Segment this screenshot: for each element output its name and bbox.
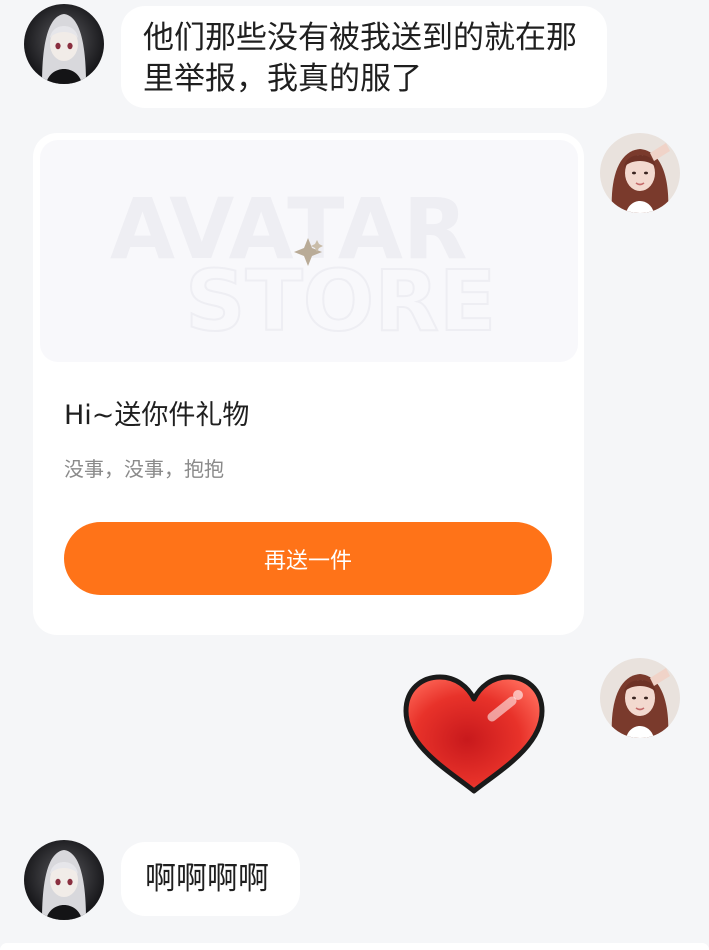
- gift-image: AVATAR STORE: [40, 140, 578, 362]
- gift-title: Hi~送你件礼物: [64, 400, 250, 431]
- gift-subtitle: 没事，没事，抱抱: [64, 457, 224, 481]
- message-text: 啊啊啊啊: [145, 861, 269, 897]
- girl-photo-avatar-icon: [600, 133, 680, 213]
- watermark-text-store: STORE: [185, 252, 496, 350]
- sender-avatar-self[interactable]: [600, 658, 680, 738]
- send-another-gift-button[interactable]: 再送一件: [64, 522, 552, 595]
- input-bar-edge: [0, 943, 709, 950]
- message-bubble-text[interactable]: 啊啊啊啊: [121, 842, 300, 916]
- anime-girl-avatar-icon: [24, 840, 104, 920]
- anime-girl-avatar-icon: [24, 4, 104, 84]
- red-heart-icon: [403, 674, 545, 794]
- message-bubble-text[interactable]: 他们那些没有被我送到的就在那里举报，我真的服了: [121, 6, 607, 108]
- sender-avatar-self[interactable]: [600, 133, 680, 213]
- sender-avatar-other[interactable]: [24, 4, 104, 84]
- message-text: 他们那些没有被我送到的就在那里举报，我真的服了: [143, 20, 577, 97]
- gift-card[interactable]: AVATAR STORE Hi~送你件礼物 没事，没事，抱抱 再送一件: [33, 133, 584, 635]
- girl-photo-avatar-icon: [600, 658, 680, 738]
- sender-avatar-other[interactable]: [24, 840, 104, 920]
- heart-sticker[interactable]: [400, 673, 548, 797]
